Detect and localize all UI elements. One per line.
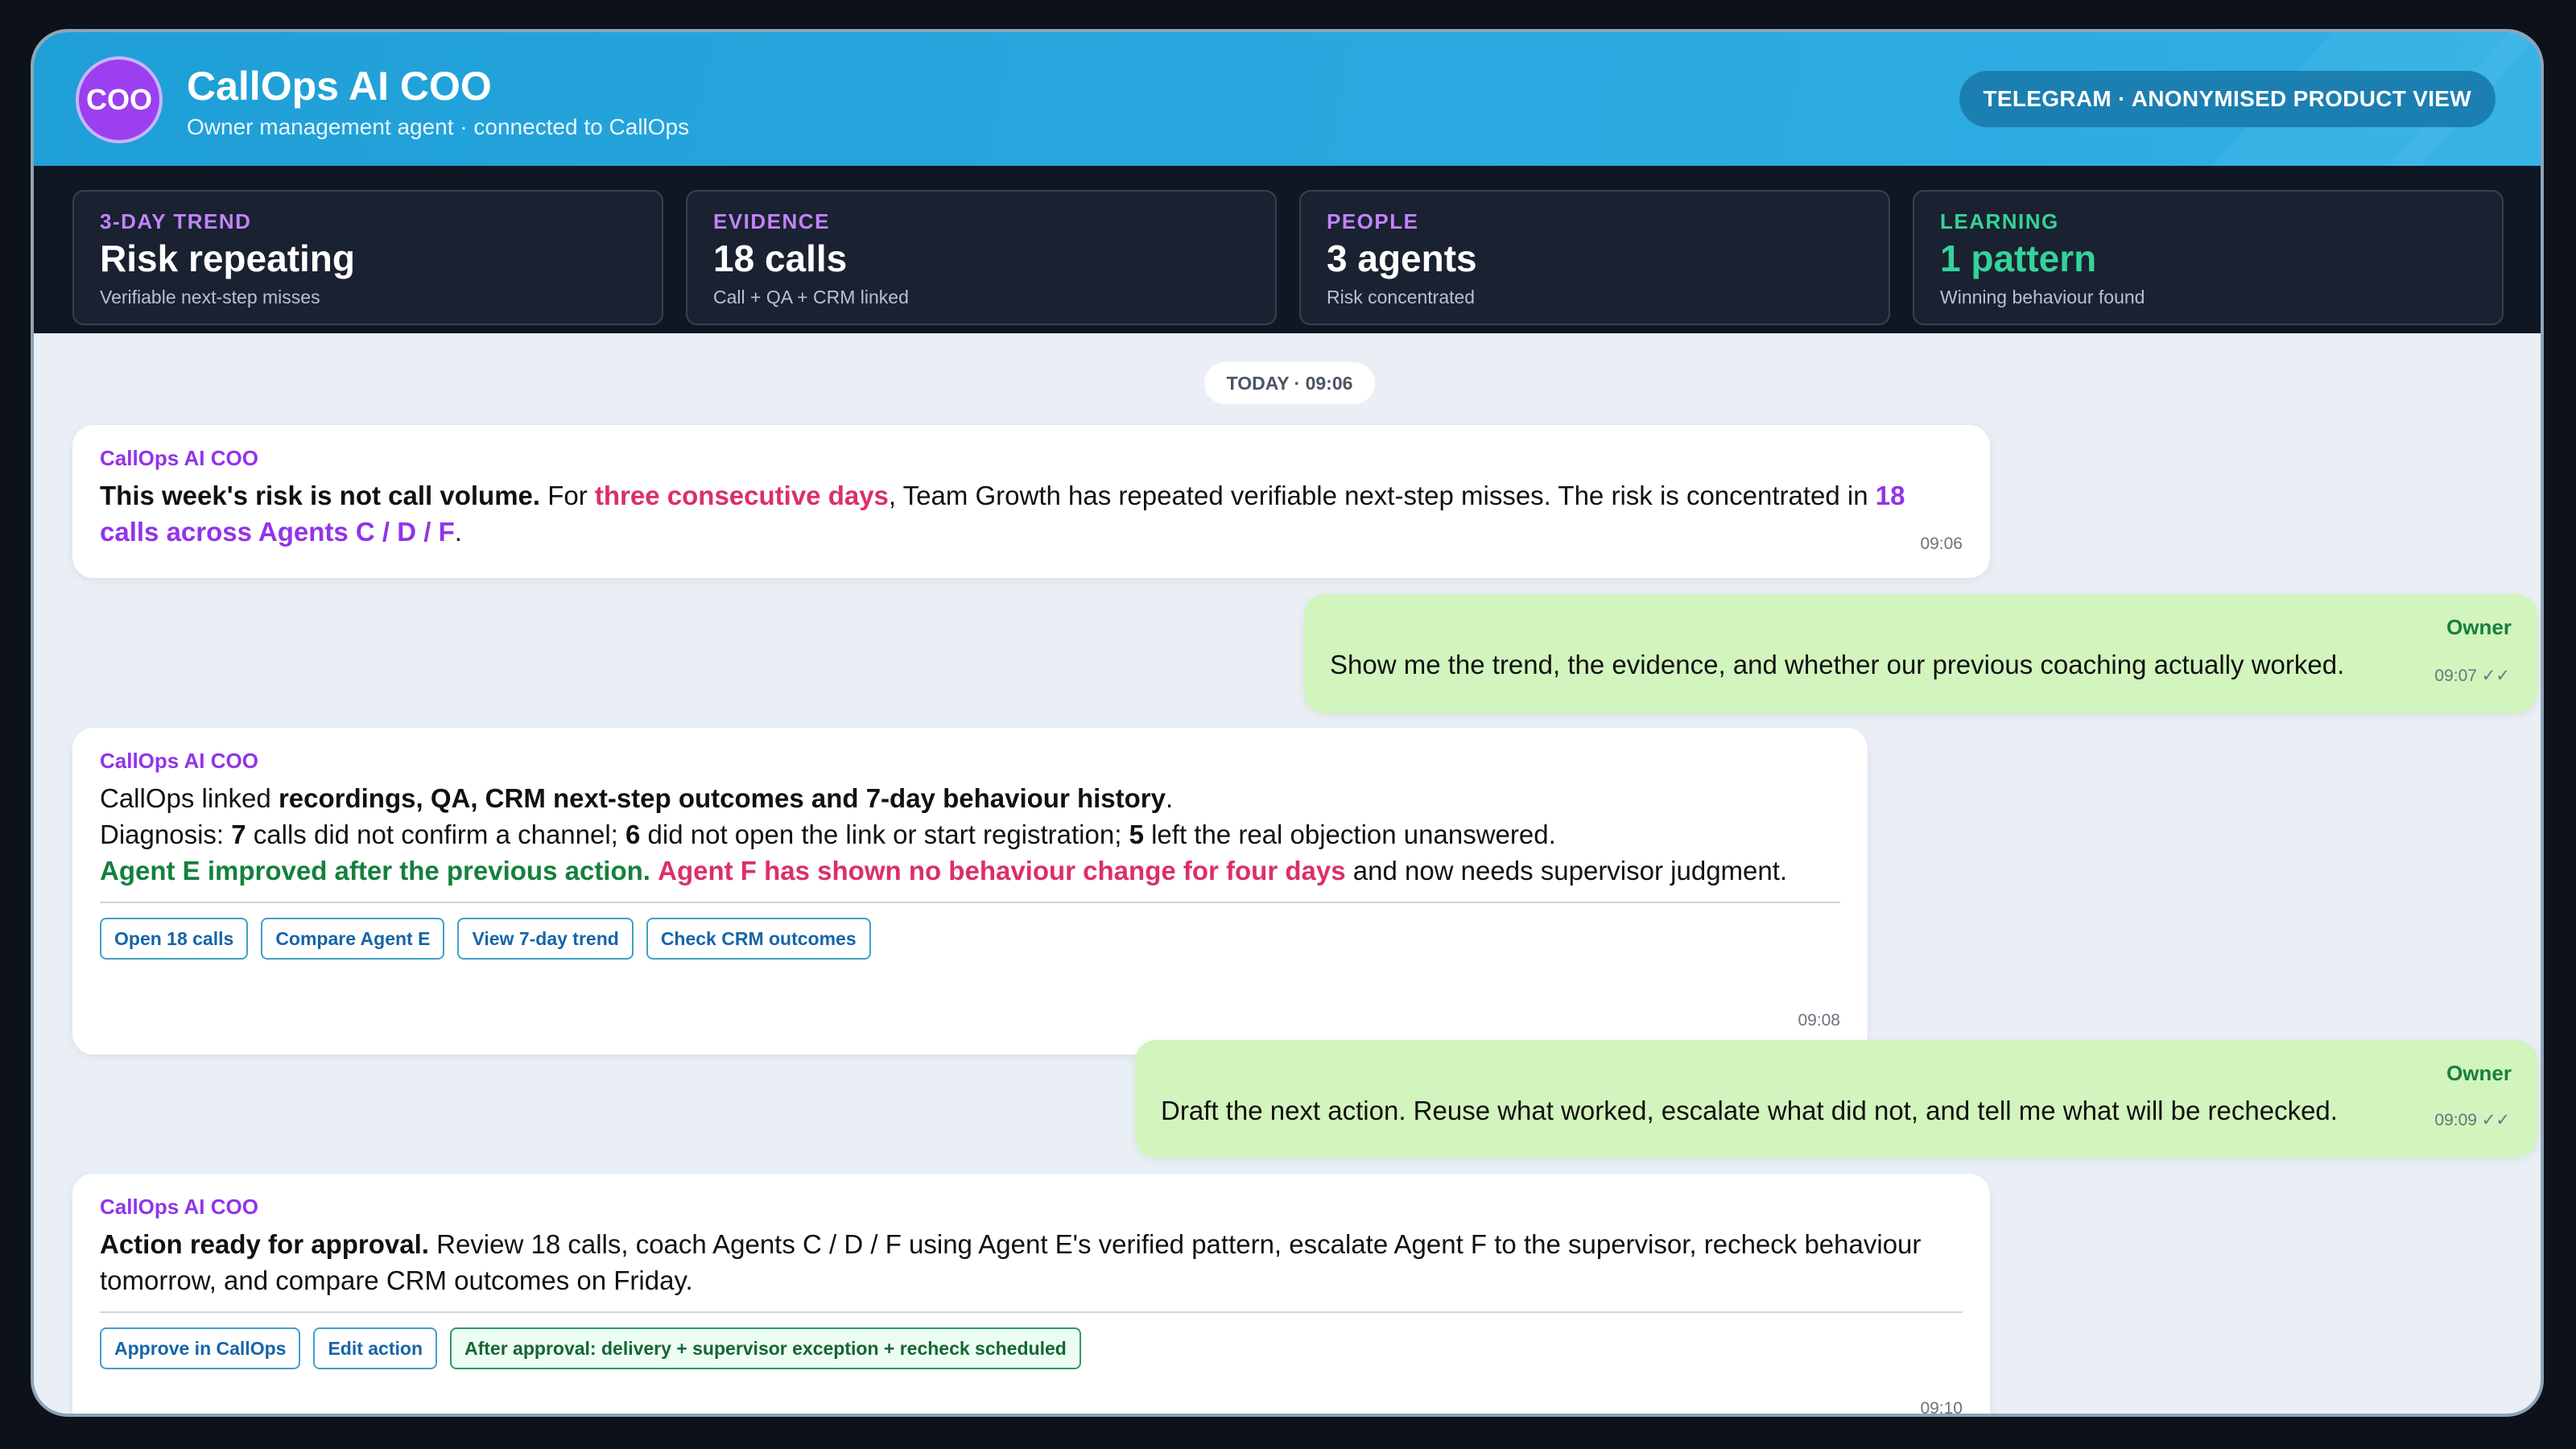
divider bbox=[100, 902, 1840, 903]
avatar[interactable]: COO bbox=[76, 56, 163, 143]
text-bold: This week's risk is not call volume. bbox=[100, 481, 541, 510]
chat-window: COO CallOps AI COO Owner management agen… bbox=[31, 29, 2544, 1417]
text-span: left the real objection unanswered. bbox=[1143, 819, 1556, 849]
message-text: This week's risk is not call volume. For… bbox=[100, 477, 1951, 550]
stat-label: LEARNING bbox=[1940, 209, 2059, 233]
bot-message: CallOps AI COO Action ready for approval… bbox=[72, 1174, 1990, 1417]
message-text: Action ready for approval. Review 18 cal… bbox=[100, 1226, 1951, 1298]
text-bold: 7 bbox=[231, 819, 246, 849]
edit-action-button[interactable]: Edit action bbox=[313, 1327, 437, 1369]
message-sender: CallOps AI COO bbox=[100, 1195, 258, 1219]
check-crm-button[interactable]: Check CRM outcomes bbox=[646, 918, 871, 960]
compare-agent-button[interactable]: Compare Agent E bbox=[261, 918, 445, 960]
bot-message: CallOps AI COO This week's risk is not c… bbox=[72, 425, 1990, 578]
stat-card-evidence: EVIDENCE 18 calls Call + QA + CRM linked bbox=[686, 190, 1277, 325]
divider bbox=[100, 1311, 1963, 1313]
approve-button[interactable]: Approve in CallOps bbox=[100, 1327, 301, 1369]
stat-value: 18 calls bbox=[713, 237, 848, 279]
stat-card-people: PEOPLE 3 agents Risk concentrated bbox=[1299, 190, 1890, 325]
action-chips: Approve in CallOps Edit action After app… bbox=[100, 1327, 1963, 1369]
text-span: For bbox=[540, 481, 595, 510]
message-sender: Owner bbox=[2446, 615, 2512, 639]
message-time: 09:06 bbox=[1920, 535, 1963, 553]
action-chips: Open 18 calls Compare Agent E View 7-day… bbox=[100, 918, 1840, 960]
chat-title: CallOps AI COO bbox=[187, 64, 492, 109]
owner-message: Owner Show me the trend, the evidence, a… bbox=[1304, 594, 2537, 713]
text-bold: 5 bbox=[1129, 819, 1144, 849]
message-sender: Owner bbox=[2446, 1061, 2512, 1085]
text-bold: recordings, QA, CRM next-step outcomes a… bbox=[278, 783, 1166, 813]
text-span: , Team Growth has repeated verifiable ne… bbox=[888, 481, 1876, 510]
message-text: CallOps linked recordings, QA, CRM next-… bbox=[100, 780, 1840, 889]
open-calls-button[interactable]: Open 18 calls bbox=[100, 918, 249, 960]
chat-subtitle: Owner management agent · connected to Ca… bbox=[187, 114, 690, 139]
text-span: . bbox=[1165, 783, 1174, 813]
text-bold: 6 bbox=[625, 819, 641, 849]
message-sender: CallOps AI COO bbox=[100, 749, 258, 773]
view-badge: TELEGRAM · ANONYMISED PRODUCT VIEW bbox=[1959, 71, 2496, 127]
chat-header: COO CallOps AI COO Owner management agen… bbox=[34, 32, 2541, 166]
text-bold: Action ready for approval. bbox=[100, 1229, 429, 1259]
text-span: and now needs supervisor judgment. bbox=[1345, 856, 1788, 886]
text-line: Diagnosis: 7 calls did not confirm a cha… bbox=[100, 816, 1840, 852]
text-span: Diagnosis: bbox=[100, 819, 232, 849]
message-time: 09:08 bbox=[1798, 1011, 1840, 1030]
stat-value: 3 agents bbox=[1327, 237, 1477, 279]
owner-message: Owner Draft the next action. Reuse what … bbox=[1135, 1040, 2537, 1158]
message-sender: CallOps AI COO bbox=[100, 446, 258, 470]
text-line: CallOps linked recordings, QA, CRM next-… bbox=[100, 780, 1840, 816]
stat-sub: Winning behaviour found bbox=[1940, 287, 2145, 308]
text-highlight-red: Agent F has shown no behaviour change fo… bbox=[658, 856, 1346, 886]
stat-value: Risk repeating bbox=[100, 237, 355, 279]
text-highlight-green: Agent E improved after the previous acti… bbox=[100, 856, 650, 886]
text-line: Agent E improved after the previous acti… bbox=[100, 852, 1840, 889]
text-span: CallOps linked bbox=[100, 783, 279, 813]
stat-card-learning: LEARNING 1 pattern Winning behaviour fou… bbox=[1913, 190, 2504, 325]
view-trend-button[interactable]: View 7-day trend bbox=[457, 918, 634, 960]
text-span: . bbox=[454, 517, 462, 547]
text-span: calls did not confirm a channel; bbox=[246, 819, 626, 849]
text-highlight-red: three consecutive days bbox=[594, 481, 889, 510]
message-text: Show me the trend, the evidence, and whe… bbox=[1330, 650, 2345, 679]
message-text: Draft the next action. Reuse what worked… bbox=[1161, 1096, 2338, 1125]
stat-label: PEOPLE bbox=[1327, 209, 1419, 233]
stat-value: 1 pattern bbox=[1940, 237, 2097, 279]
approval-status-chip: After approval: delivery + supervisor ex… bbox=[450, 1327, 1081, 1369]
stats-bar: 3-DAY TREND Risk repeating Verifiable ne… bbox=[34, 166, 2541, 333]
message-time: 09:10 bbox=[1920, 1399, 1963, 1417]
bot-message: CallOps AI COO CallOps linked recordings… bbox=[72, 728, 1868, 1055]
text-span bbox=[650, 856, 658, 886]
stat-sub: Risk concentrated bbox=[1327, 287, 1476, 308]
stat-label: 3-DAY TREND bbox=[100, 209, 252, 233]
message-time: 09:07 ✓✓ bbox=[2434, 667, 2510, 685]
stat-label: EVIDENCE bbox=[713, 209, 830, 233]
stat-sub: Verifiable next-step misses bbox=[100, 287, 320, 308]
text-span: did not open the link or start registrat… bbox=[640, 819, 1129, 849]
message-time: 09:09 ✓✓ bbox=[2434, 1111, 2510, 1129]
stat-card-trend: 3-DAY TREND Risk repeating Verifiable ne… bbox=[72, 190, 663, 325]
date-separator: TODAY · 09:06 bbox=[1204, 362, 1375, 404]
stat-sub: Call + QA + CRM linked bbox=[713, 287, 909, 308]
